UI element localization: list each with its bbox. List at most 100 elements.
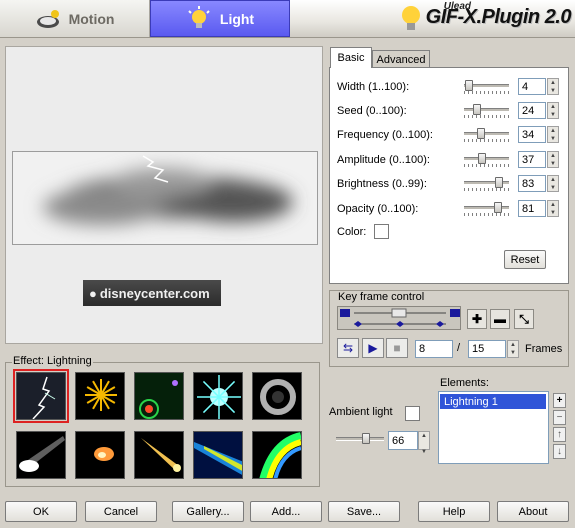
- ring-glow-icon: [253, 373, 301, 419]
- param-slider-ticks: [464, 115, 509, 118]
- play-button[interactable]: ▶: [362, 338, 384, 358]
- param-value-input[interactable]: 37: [518, 151, 546, 168]
- preview-pane: ● disneycenter.com: [5, 46, 323, 344]
- effect-thumbnail[interactable]: [134, 372, 184, 420]
- add-element-button[interactable]: +: [553, 393, 566, 408]
- total-frames-spinner[interactable]: ▲ ▼: [507, 340, 519, 358]
- param-spinner[interactable]: ▲ ▼: [547, 151, 559, 168]
- plus-icon: ✚: [471, 312, 483, 326]
- param-value-input[interactable]: 4: [518, 78, 546, 95]
- frame-separator: /: [457, 342, 461, 354]
- watermark-text: disneycenter.com: [99, 285, 210, 301]
- motion-icon: [36, 9, 59, 28]
- ok-button[interactable]: OK: [5, 501, 77, 522]
- reverse-keyframe-button[interactable]: ⤡: [514, 309, 534, 329]
- param-row: Amplitude (0..100):: [337, 150, 457, 170]
- param-spinner[interactable]: ▲ ▼: [547, 175, 559, 192]
- arrow-down-icon: ↓: [557, 446, 562, 457]
- effect-thumbnail[interactable]: [252, 431, 302, 479]
- cancel-button[interactable]: Cancel: [85, 501, 157, 522]
- effect-thumbnail[interactable]: [16, 431, 66, 479]
- move-down-button[interactable]: ↓: [553, 444, 566, 459]
- tab-motion[interactable]: Motion: [0, 0, 150, 37]
- effect-thumbnail[interactable]: [193, 372, 243, 420]
- about-button[interactable]: About: [497, 501, 569, 522]
- param-row: Width (1..100):: [337, 77, 457, 97]
- param-label: Opacity (0..100):: [337, 203, 419, 215]
- param-row: Frequency (0..100):: [337, 125, 457, 145]
- param-slider-thumb[interactable]: [494, 202, 502, 213]
- effect-thumbnail[interactable]: [252, 372, 302, 420]
- param-slider-thumb[interactable]: [478, 153, 486, 164]
- ambient-value-input[interactable]: 66: [388, 431, 418, 450]
- param-slider-ticks: [464, 188, 509, 191]
- arrow-up-icon: ↑: [557, 429, 562, 440]
- element-item[interactable]: Lightning 1: [440, 394, 546, 409]
- param-row: Opacity (0..100):: [337, 199, 457, 219]
- ambient-slider-thumb[interactable]: [362, 433, 370, 444]
- brand-bulb-icon: [402, 6, 420, 30]
- param-spinner[interactable]: ▲ ▼: [547, 78, 559, 95]
- param-slider[interactable]: [464, 108, 509, 112]
- param-spinner[interactable]: ▲ ▼: [547, 200, 559, 217]
- param-slider-thumb[interactable]: [495, 177, 503, 188]
- timeline-graphic: [340, 308, 460, 327]
- effect-thumbnail[interactable]: [193, 431, 243, 479]
- param-value-input[interactable]: 81: [518, 200, 546, 217]
- param-value-input[interactable]: 34: [518, 126, 546, 143]
- comet-icon: [135, 432, 183, 478]
- save-button[interactable]: Save...: [328, 501, 400, 522]
- param-spinner[interactable]: ▲ ▼: [547, 102, 559, 119]
- param-slider[interactable]: [464, 206, 509, 210]
- stop-icon: ■: [393, 341, 401, 355]
- stop-button[interactable]: ■: [386, 338, 408, 358]
- keyframe-timeline[interactable]: [337, 306, 461, 330]
- color-row: Color:: [337, 222, 366, 242]
- param-slider[interactable]: [464, 157, 509, 161]
- elements-title: Elements:: [440, 377, 489, 389]
- color-label: Color:: [337, 226, 367, 238]
- ambient-slider[interactable]: [336, 437, 384, 441]
- effect-thumbnail[interactable]: [134, 431, 184, 479]
- help-button[interactable]: Help: [418, 501, 490, 522]
- param-label: Amplitude (0..100):: [337, 154, 430, 166]
- effect-thumbnail[interactable]: [75, 372, 125, 420]
- effect-title: Effect: Lightning: [12, 355, 93, 367]
- param-slider[interactable]: [464, 132, 509, 136]
- fireworks-icon: [76, 373, 124, 419]
- preview-canvas: [12, 151, 318, 245]
- param-slider-thumb[interactable]: [477, 128, 485, 139]
- ambient-light-checkbox[interactable]: [405, 406, 420, 421]
- remove-element-button[interactable]: −: [553, 410, 566, 425]
- move-up-button[interactable]: ↑: [553, 427, 566, 442]
- remove-keyframe-button[interactable]: ▬: [490, 309, 510, 329]
- param-label: Frequency (0..100):: [337, 129, 433, 141]
- add-keyframe-button[interactable]: ✚: [467, 309, 487, 329]
- watermark: ● disneycenter.com: [83, 280, 221, 306]
- param-row: Seed (0..100):: [337, 101, 457, 121]
- gallery-button[interactable]: Gallery...: [172, 501, 244, 522]
- total-frames-input[interactable]: 15: [468, 340, 506, 358]
- effect-thumbnail[interactable]: [13, 369, 69, 423]
- diagonal-arrow-icon: ⤡: [519, 311, 529, 326]
- param-value-input[interactable]: 83: [518, 175, 546, 192]
- param-slider-thumb[interactable]: [473, 104, 481, 115]
- lightbulb-icon: [188, 5, 210, 28]
- add-button[interactable]: Add...: [250, 501, 322, 522]
- tab-basic[interactable]: Basic: [330, 47, 372, 68]
- loop-button[interactable]: ⇆: [337, 338, 359, 358]
- current-frame-input[interactable]: 8: [415, 340, 453, 358]
- param-slider-thumb[interactable]: [465, 80, 473, 91]
- keyframe-title: Key frame control: [337, 291, 426, 303]
- param-value-input[interactable]: 24: [518, 102, 546, 119]
- param-row: Brightness (0..99):: [337, 174, 457, 194]
- param-spinner[interactable]: ▲ ▼: [547, 126, 559, 143]
- reset-button[interactable]: Reset: [504, 250, 546, 269]
- ambient-spinner[interactable]: ▲ ▼: [418, 431, 430, 455]
- mickey-icon: ●: [89, 285, 97, 301]
- lens-flare-icon: [135, 373, 183, 419]
- loop-icon: ⇆: [342, 341, 354, 355]
- tab-light[interactable]: Light: [150, 0, 290, 37]
- color-picker[interactable]: [374, 224, 389, 239]
- effect-thumbnail[interactable]: [75, 431, 125, 479]
